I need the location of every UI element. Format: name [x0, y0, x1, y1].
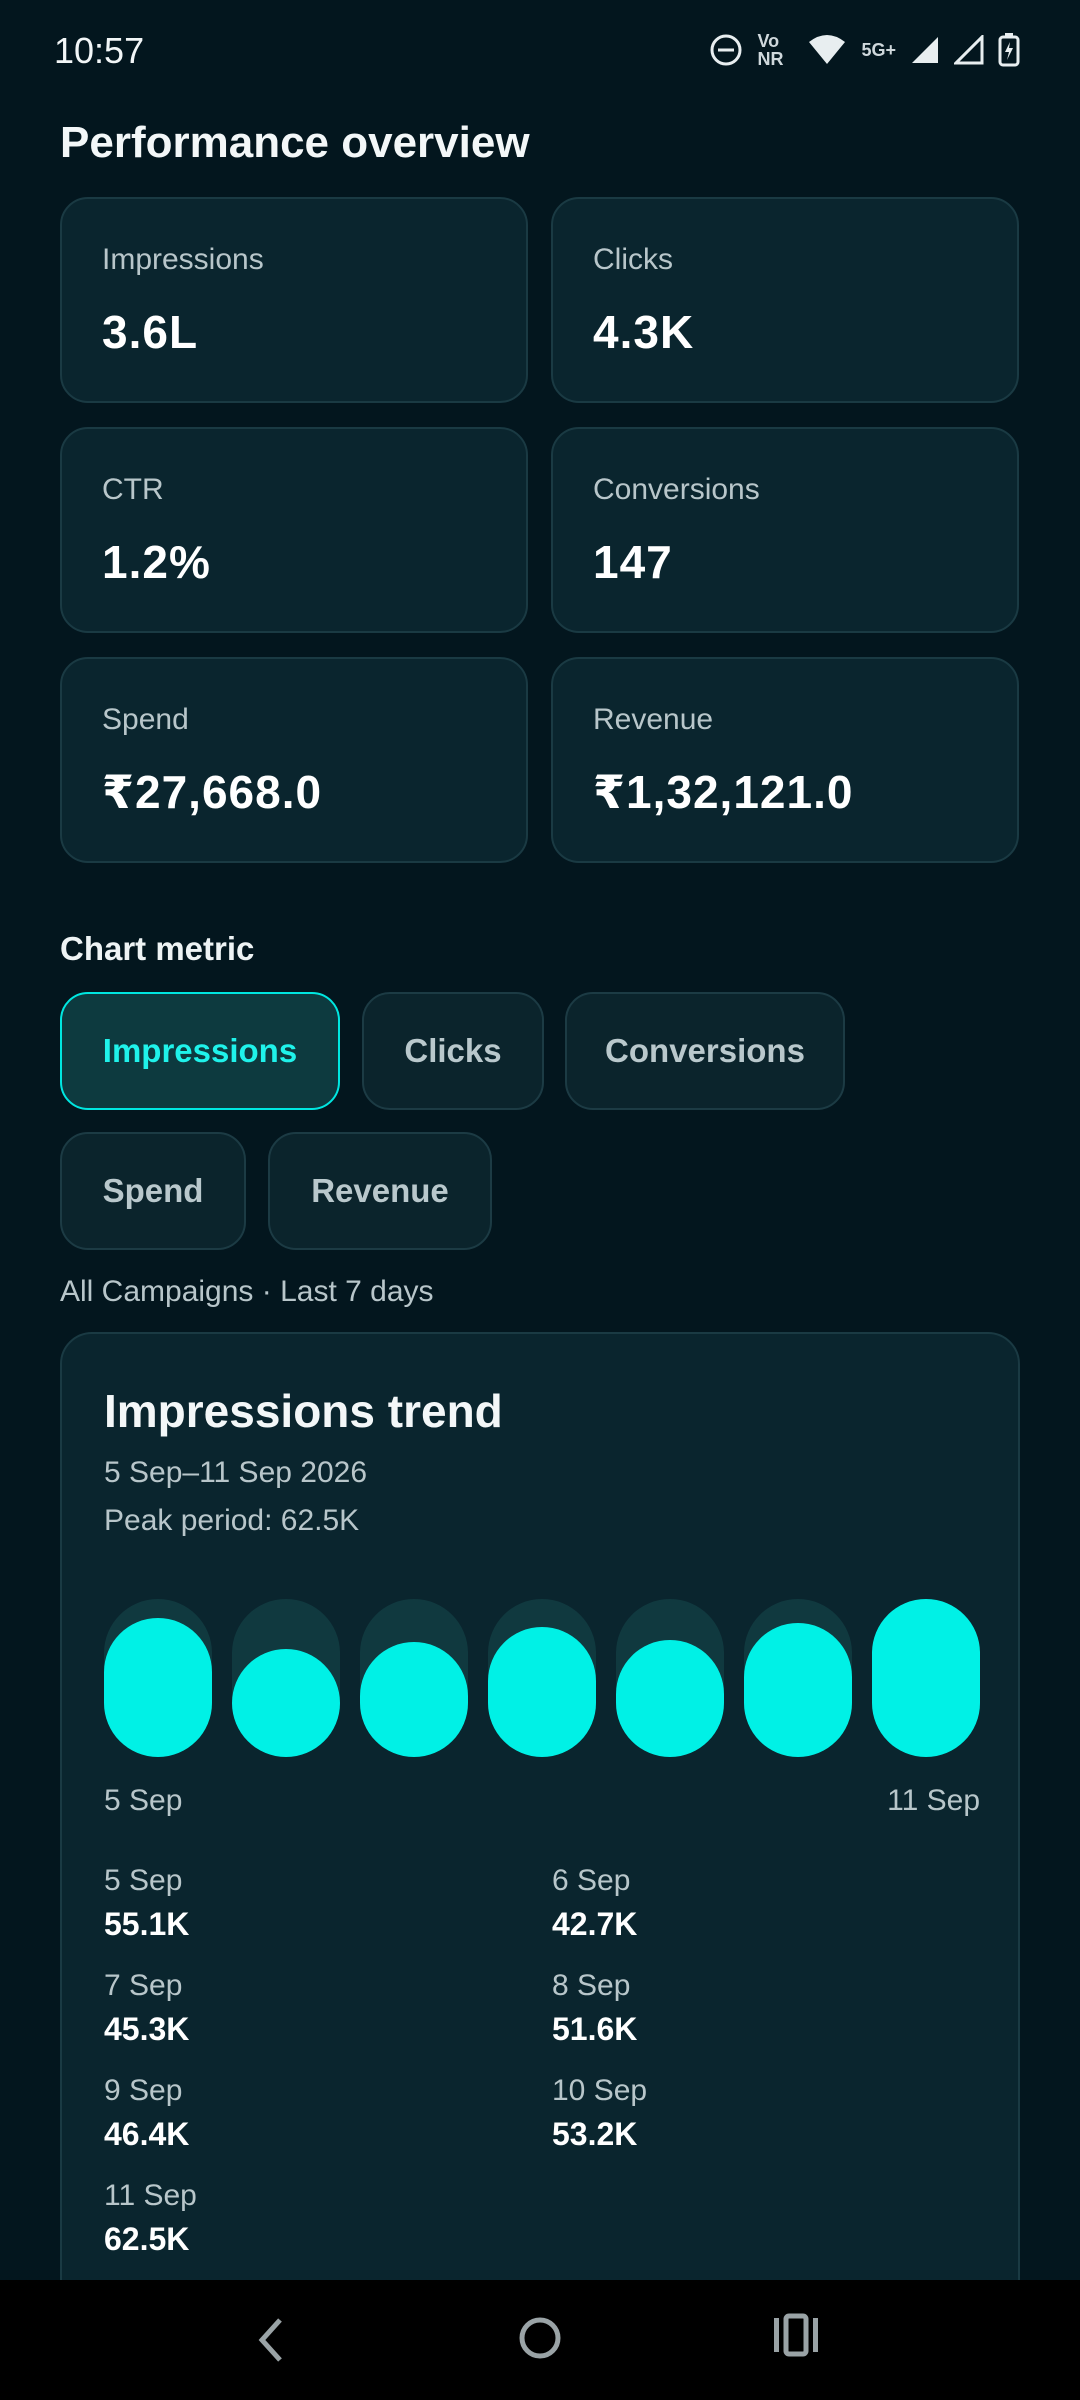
bar-6-sep — [232, 1649, 340, 1757]
chip-spend[interactable]: Spend — [60, 1132, 246, 1250]
breakdown-value: 62.5K — [104, 2221, 190, 2257]
battery-charging-icon — [998, 33, 1020, 67]
5g-icon: 5G+ — [861, 40, 896, 60]
chip-revenue[interactable]: Revenue — [268, 1132, 492, 1250]
metric-label: Revenue — [593, 703, 714, 736]
bar-5-sep — [104, 1618, 212, 1757]
breakdown-date: 10 Sep — [552, 2074, 648, 2107]
breakdown-value: 42.7K — [552, 1906, 638, 1942]
breakdown-date: 5 Sep — [104, 1864, 183, 1897]
metric-card-clicks: Clicks 4.3K — [551, 197, 1019, 403]
status-bar: 10:57 Vo NR 5G+ — [0, 0, 1080, 100]
status-time: 10:57 — [54, 30, 145, 71]
breakdown-value: 46.4K — [104, 2116, 190, 2152]
do-not-disturb-icon — [710, 34, 742, 66]
metric-value: ₹27,668.0 — [102, 766, 323, 818]
metric-value: 3.6L — [102, 306, 199, 358]
navigation-bar — [0, 2280, 1080, 2400]
metric-value: 1.2% — [102, 536, 211, 588]
signal-icon — [912, 37, 938, 63]
trend-peak: Peak period: 62.5K — [104, 1504, 360, 1537]
metric-card-conversions: Conversions 147 — [551, 427, 1019, 633]
breakdown-date: 7 Sep — [104, 1969, 183, 2002]
breakdown-value: 53.2K — [552, 2116, 638, 2152]
chip-clicks[interactable]: Clicks — [362, 992, 544, 1110]
chart-metric-label: Chart metric — [60, 930, 255, 967]
metric-value: 147 — [593, 536, 673, 588]
trend-title: Impressions trend — [104, 1385, 503, 1437]
breakdown-date: 6 Sep — [552, 1864, 631, 1897]
metric-card-ctr: CTR 1.2% — [60, 427, 528, 633]
metric-label: Conversions — [593, 473, 760, 506]
chip-impressions[interactable]: Impressions — [60, 992, 340, 1110]
x-axis-start-label: 5 Sep — [104, 1784, 183, 1817]
trend-date-range: 5 Sep–11 Sep 2026 — [104, 1456, 368, 1489]
breakdown-value: 51.6K — [552, 2011, 638, 2047]
bar-7-sep — [360, 1642, 468, 1757]
volte-icon: Vo NR — [757, 31, 784, 69]
x-axis-end-label: 11 Sep — [887, 1784, 980, 1817]
signal-icon — [954, 35, 984, 65]
chip-conversions[interactable]: Conversions — [565, 992, 845, 1110]
bar-8-sep — [488, 1627, 596, 1757]
metric-value: 4.3K — [593, 306, 695, 358]
bar-9-sep — [616, 1640, 724, 1757]
metric-label: Spend — [102, 703, 189, 736]
trend-card: Impressions trend 5 Sep–11 Sep 2026 Peak… — [60, 1332, 1020, 2332]
back-icon[interactable] — [250, 2310, 290, 2370]
recents-icon[interactable] — [772, 2310, 820, 2360]
metric-label: Clicks — [593, 243, 673, 276]
breakdown-date: 8 Sep — [552, 1969, 631, 2002]
breakdown-value: 55.1K — [104, 1906, 190, 1942]
bar-11-sep — [872, 1599, 980, 1757]
status-icons: Vo NR 5G+ — [709, 32, 1020, 68]
breakdown-value: 45.3K — [104, 2011, 190, 2047]
metric-card-revenue: Revenue ₹1,32,121.0 — [551, 657, 1019, 863]
page-title: Performance overview — [60, 118, 530, 167]
bar-10-sep — [744, 1623, 852, 1757]
metric-card-spend: Spend ₹27,668.0 — [60, 657, 528, 863]
metric-card-impressions: Impressions 3.6L — [60, 197, 528, 403]
wifi-icon — [809, 35, 846, 64]
home-icon[interactable] — [512, 2310, 568, 2366]
breakdown-date: 11 Sep — [104, 2179, 197, 2212]
metric-label: CTR — [102, 473, 164, 506]
metric-value: ₹1,32,121.0 — [593, 766, 854, 818]
breakdown-date: 9 Sep — [104, 2074, 183, 2107]
metric-label: Impressions — [102, 243, 264, 276]
scope-text: All Campaigns · Last 7 days — [60, 1275, 434, 1308]
